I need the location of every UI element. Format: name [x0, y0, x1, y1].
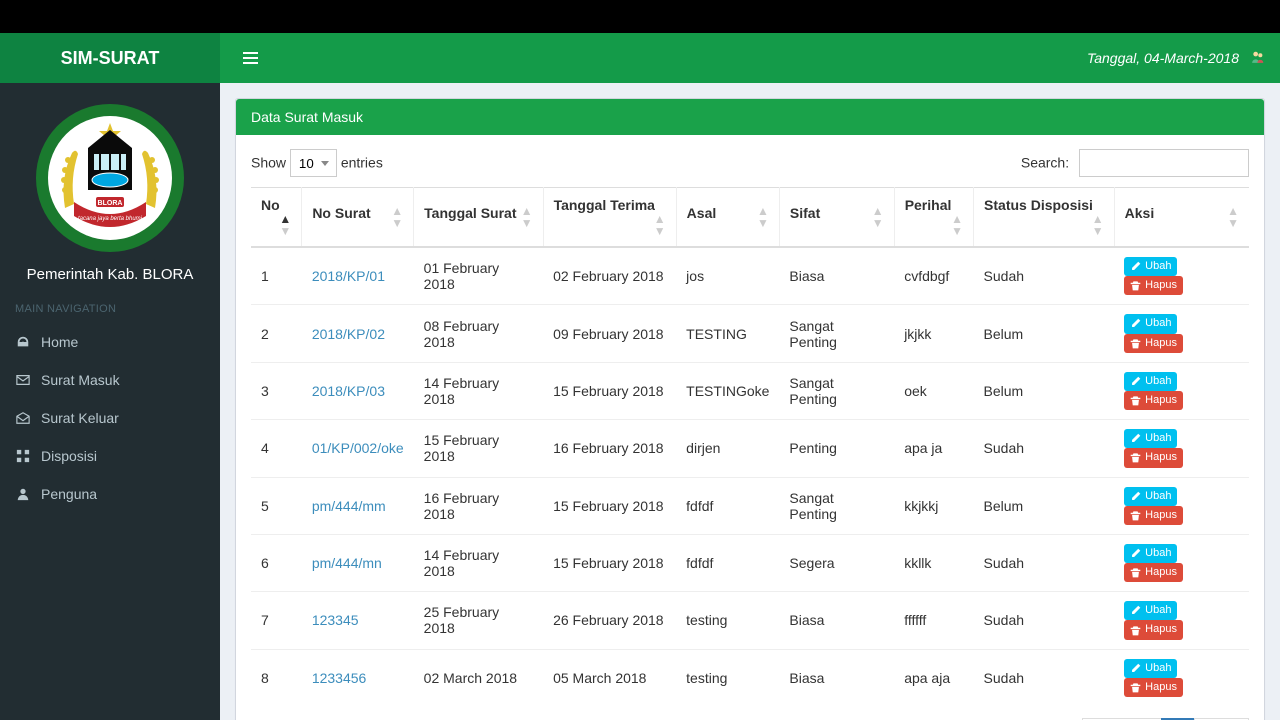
- hapus-button[interactable]: Hapus: [1124, 678, 1183, 697]
- sidebar: BLORA tacana jaya berta bhumi Pemerintah…: [0, 83, 220, 720]
- ubah-button[interactable]: Ubah: [1124, 487, 1177, 506]
- ubah-button[interactable]: Ubah: [1124, 544, 1177, 563]
- org-seal-logo: BLORA tacana jaya berta bhumi: [30, 98, 190, 258]
- no-surat-link[interactable]: 2018/KP/01: [312, 268, 385, 284]
- svg-text:tacana jaya berta bhumi: tacana jaya berta bhumi: [78, 216, 143, 222]
- ubah-button[interactable]: Ubah: [1124, 659, 1177, 678]
- app-header: SIM-SURAT Tanggal, 04-March-2018: [0, 33, 1280, 83]
- nav-surat-keluar[interactable]: Surat Keluar: [0, 399, 220, 437]
- sort-icon: ▲▼: [951, 213, 963, 237]
- search-input[interactable]: [1079, 149, 1249, 177]
- table-row: 12018/KP/0101 February 201802 February 2…: [251, 247, 1249, 305]
- column-header[interactable]: No▲▼: [251, 188, 302, 248]
- envelope-icon: [15, 373, 31, 387]
- browser-top-bar: [0, 0, 1280, 33]
- brand-logo[interactable]: SIM-SURAT: [0, 33, 220, 83]
- sort-icon: ▲▼: [391, 205, 403, 229]
- ubah-button[interactable]: Ubah: [1124, 257, 1177, 276]
- no-surat-link[interactable]: 2018/KP/02: [312, 326, 385, 342]
- no-surat-link[interactable]: 123345: [312, 612, 359, 628]
- column-header[interactable]: Perihal▲▼: [894, 188, 973, 248]
- nav-section-header: MAIN NAVIGATION: [0, 293, 220, 323]
- hapus-button[interactable]: Hapus: [1124, 563, 1183, 582]
- ubah-button[interactable]: Ubah: [1124, 314, 1177, 333]
- nav-pengguna[interactable]: Penguna: [0, 475, 220, 513]
- hapus-button[interactable]: Hapus: [1124, 506, 1183, 525]
- hapus-button[interactable]: Hapus: [1124, 334, 1183, 353]
- ubah-button[interactable]: Ubah: [1124, 601, 1177, 620]
- sort-icon: ▲▼: [654, 213, 666, 237]
- nav-surat-masuk[interactable]: Surat Masuk: [0, 361, 220, 399]
- table-search-control: Search:: [1021, 149, 1249, 177]
- column-header[interactable]: Asal▲▼: [676, 188, 779, 248]
- column-header[interactable]: Aksi▲▼: [1114, 188, 1249, 248]
- column-header[interactable]: Sifat▲▼: [779, 188, 894, 248]
- envelope-open-icon: [15, 411, 31, 425]
- ubah-button[interactable]: Ubah: [1124, 429, 1177, 448]
- table-row: 5pm/444/mm16 February 201815 February 20…: [251, 477, 1249, 534]
- box-title: Data Surat Masuk: [236, 99, 1264, 135]
- hapus-button[interactable]: Hapus: [1124, 391, 1183, 410]
- data-table: No▲▼No Surat▲▼Tanggal Surat▲▼Tanggal Ter…: [251, 187, 1249, 706]
- dashboard-icon: [15, 335, 31, 349]
- table-row: 712334525 February 201826 February 2018t…: [251, 592, 1249, 649]
- no-surat-link[interactable]: pm/444/mn: [312, 555, 382, 571]
- hapus-button[interactable]: Hapus: [1124, 276, 1183, 295]
- no-surat-link[interactable]: 1233456: [312, 670, 367, 686]
- column-header[interactable]: Tanggal Terima▲▼: [543, 188, 676, 248]
- main-content: Data Surat Masuk Show 10 entries Search:: [220, 83, 1280, 720]
- no-surat-link[interactable]: 01/KP/002/oke: [312, 440, 404, 456]
- org-name: Pemerintah Kab. BLORA: [10, 266, 210, 283]
- sort-icon: ▲▼: [521, 205, 533, 229]
- table-length-control: Show 10 entries: [251, 149, 383, 177]
- length-select[interactable]: 10: [290, 149, 337, 177]
- table-row: 6pm/444/mn14 February 201815 February 20…: [251, 534, 1249, 591]
- sort-icon: ▲▼: [1227, 205, 1239, 229]
- header-date: Tanggal, 04-March-2018: [1087, 50, 1239, 66]
- sort-icon: ▲▼: [757, 205, 769, 229]
- nav-home[interactable]: Home: [0, 323, 220, 361]
- data-box: Data Surat Masuk Show 10 entries Search:: [235, 98, 1265, 720]
- grid-icon: [15, 449, 31, 463]
- sidebar-toggle-button[interactable]: [235, 41, 266, 75]
- table-row: 32018/KP/0314 February 201815 February 2…: [251, 362, 1249, 419]
- nav-label: Disposisi: [41, 448, 97, 464]
- nav-label: Surat Masuk: [41, 372, 120, 388]
- no-surat-link[interactable]: pm/444/mm: [312, 498, 386, 514]
- column-header[interactable]: Tanggal Surat▲▼: [414, 188, 543, 248]
- nav-label: Penguna: [41, 486, 97, 502]
- table-row: 22018/KP/0208 February 201809 February 2…: [251, 305, 1249, 362]
- no-surat-link[interactable]: 2018/KP/03: [312, 383, 385, 399]
- sort-icon: ▲▼: [872, 205, 884, 229]
- user-avatar-icon[interactable]: [1251, 50, 1265, 67]
- nav-label: Surat Keluar: [41, 410, 119, 426]
- nav-label: Home: [41, 334, 78, 350]
- hapus-button[interactable]: Hapus: [1124, 620, 1183, 639]
- ubah-button[interactable]: Ubah: [1124, 372, 1177, 391]
- sort-icon: ▲▼: [1092, 213, 1104, 237]
- sort-icon: ▲▼: [279, 213, 291, 237]
- column-header[interactable]: Status Disposisi▲▼: [974, 188, 1115, 248]
- user-icon: [15, 487, 31, 501]
- nav-disposisi[interactable]: Disposisi: [0, 437, 220, 475]
- table-row: 8123345602 March 201805 March 2018testin…: [251, 649, 1249, 706]
- hapus-button[interactable]: Hapus: [1124, 448, 1183, 467]
- svg-text:BLORA: BLORA: [98, 200, 123, 207]
- table-row: 401/KP/002/oke15 February 201816 Februar…: [251, 420, 1249, 477]
- column-header[interactable]: No Surat▲▼: [302, 188, 414, 248]
